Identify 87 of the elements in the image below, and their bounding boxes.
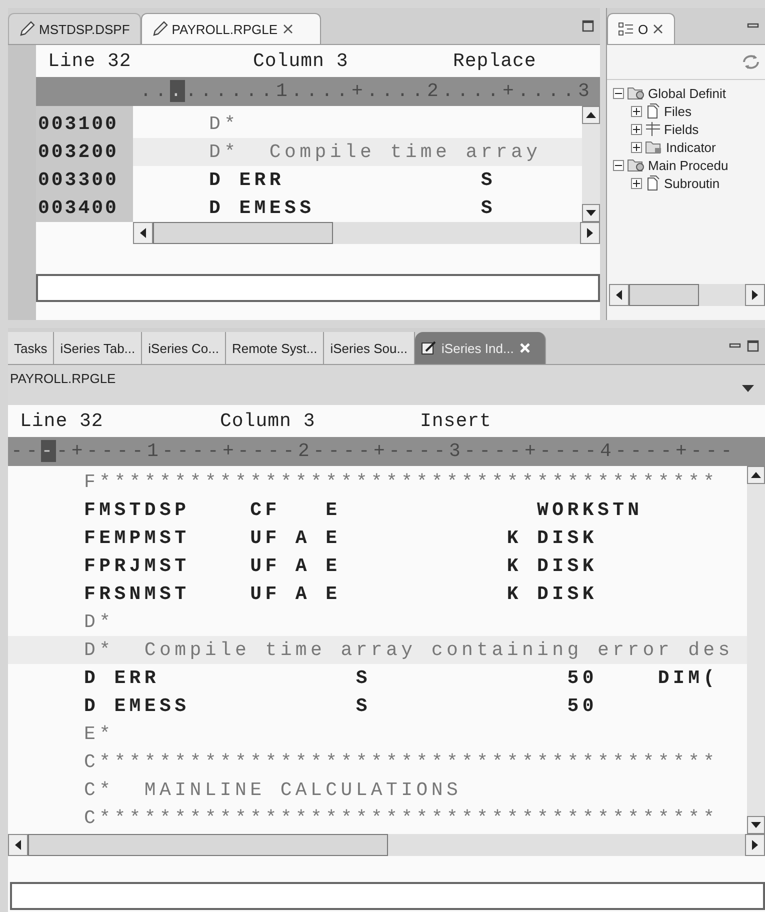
view-tab[interactable]: iSeries Sou... — [324, 332, 415, 364]
scroll-down-button[interactable] — [582, 204, 600, 222]
dropdown-caret-icon[interactable] — [741, 383, 755, 393]
code-line: D ERR S 50 DIM( — [83, 666, 720, 691]
edit-mode-indicator: Insert — [420, 410, 492, 432]
minimize-icon[interactable] — [729, 343, 741, 349]
line-number: 003200 — [37, 140, 120, 165]
code-line: F***************************************** — [83, 470, 720, 495]
scroll-down-button[interactable] — [747, 816, 765, 834]
tree-item[interactable]: Files — [664, 104, 692, 118]
minimize-icon[interactable] — [747, 23, 759, 29]
folder-gear-icon — [627, 85, 645, 101]
line-indicator: Line 32 — [48, 50, 132, 72]
code-line: FPRJMST UF A E K DISK — [83, 554, 598, 579]
code-line: FRSNMST UF A E K DISK — [83, 582, 598, 607]
view-tab[interactable]: Tasks — [8, 332, 54, 364]
sync-icon[interactable] — [741, 53, 761, 71]
scroll-left-button[interactable] — [133, 222, 153, 244]
edit-mode-indicator: Replace — [453, 50, 536, 72]
close-icon[interactable] — [282, 23, 294, 35]
column-indicator: Column 3 — [220, 410, 316, 432]
tree-item[interactable]: Global Definit — [648, 86, 726, 100]
maximize-icon[interactable] — [582, 20, 594, 32]
fields-icon — [645, 121, 661, 137]
maximize-icon[interactable] — [747, 340, 759, 352]
scroll-right-button[interactable] — [580, 222, 600, 244]
pencil-icon — [19, 21, 35, 37]
view-tab[interactable]: iSeries Tab... — [54, 332, 142, 364]
expand-toggle[interactable] — [631, 106, 642, 116]
view-tab[interactable]: iSeries Co... — [142, 332, 226, 364]
folder-gear-icon — [627, 157, 645, 173]
vertical-scrollbar[interactable] — [582, 106, 600, 222]
scroll-up-button[interactable] — [582, 106, 600, 124]
scroll-left-button[interactable] — [8, 834, 28, 856]
command-field[interactable] — [36, 274, 600, 302]
outline-tab[interactable]: O — [607, 13, 676, 44]
outline-icon — [618, 22, 634, 36]
line-number: 003400 — [37, 196, 120, 221]
view-tab[interactable]: iSeries Ind... — [414, 332, 546, 364]
file-icon — [645, 175, 661, 191]
code-line: FEMPMST UF A E K DISK — [83, 526, 598, 551]
tree-item[interactable]: Fields — [664, 122, 699, 136]
expand-toggle[interactable] — [631, 142, 642, 152]
column-indicator: Column 3 — [253, 50, 350, 72]
close-icon[interactable] — [652, 23, 664, 35]
horizontal-scrollbar[interactable] — [133, 222, 600, 244]
code-line: D EMESS S — [208, 196, 497, 221]
scroll-up-button[interactable] — [747, 466, 765, 484]
line-number: 003100 — [37, 112, 120, 137]
tree-item[interactable]: Indicator — [666, 140, 716, 154]
scroll-left-button[interactable] — [609, 284, 629, 306]
column-ruler: ----+----1----+----2----+----3----+----4----+--- — [8, 437, 765, 466]
vertical-scrollbar[interactable] — [747, 466, 765, 834]
code-line: D* — [83, 610, 116, 635]
line-number: 003300 — [37, 168, 120, 193]
tree-item[interactable]: Subroutin — [664, 176, 720, 190]
view-tab[interactable]: Remote Syst... — [226, 332, 324, 364]
code-line: D EMESS S 50 — [83, 694, 598, 719]
code-line: D* — [208, 112, 240, 137]
command-field[interactable] — [10, 882, 765, 910]
edit-icon — [420, 340, 437, 356]
editor-tab[interactable]: PAYROLL.RPGLE — [140, 13, 321, 44]
scrollbar-thumb[interactable] — [28, 834, 388, 856]
pencil-icon — [152, 21, 168, 37]
code-line: C***************************************** — [83, 806, 720, 831]
code-line: C* MAINLINE CALCULATIONS — [83, 778, 463, 803]
scrollbar-thumb[interactable] — [153, 222, 333, 244]
line-indicator: Line 32 — [20, 410, 104, 432]
file-icon — [645, 103, 661, 119]
tree-item[interactable]: Main Procedu — [648, 158, 728, 172]
scroll-right-button[interactable] — [745, 834, 765, 856]
horizontal-scrollbar[interactable] — [8, 834, 765, 856]
folder-icon — [645, 139, 663, 155]
expand-toggle[interactable] — [631, 178, 642, 188]
expand-toggle[interactable] — [613, 88, 624, 98]
code-line: D ERR S — [208, 168, 497, 193]
code-line: C***************************************** — [83, 750, 720, 775]
horizontal-scrollbar[interactable] — [609, 284, 765, 306]
scrollbar-thumb[interactable] — [629, 284, 699, 306]
column-ruler: .........1....+....2....+....3 — [36, 77, 600, 106]
editor-tab[interactable]: MSTDSP.DSPF — [8, 13, 141, 44]
expand-toggle[interactable] — [613, 160, 624, 170]
scroll-right-button[interactable] — [745, 284, 765, 306]
file-name-label: PAYROLL.RPGLE — [10, 371, 116, 386]
expand-toggle[interactable] — [631, 124, 642, 134]
code-line: E* — [83, 722, 116, 747]
code-line: FMSTDSP CF E WORKSTN — [83, 498, 644, 523]
